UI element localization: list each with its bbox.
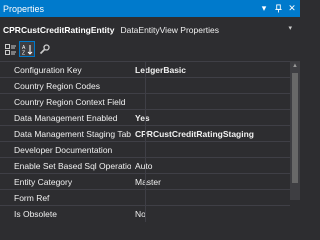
column-divider <box>145 110 146 126</box>
property-name: Entity Category <box>14 177 73 187</box>
properties-title-bar: Properties ▾ ✕ <box>0 0 300 17</box>
window-dropdown-icon[interactable]: ▾ <box>258 0 270 17</box>
property-value[interactable]: Auto <box>131 161 290 171</box>
column-divider <box>145 174 146 190</box>
property-row[interactable]: Country Region Context Field <box>0 94 290 110</box>
svg-text:Z: Z <box>22 50 25 55</box>
property-row[interactable]: Developer Documentation <box>0 142 290 158</box>
property-value[interactable]: CPRCustCreditRatingStaging <box>131 129 290 139</box>
property-name: Enable Set Based Sql Operations <box>14 161 131 171</box>
property-name: Data Management Staging Table <box>14 129 131 139</box>
vertical-scrollbar[interactable]: ▲ <box>290 61 300 200</box>
object-name: CPRCustCreditRatingEntity <box>3 25 115 35</box>
property-row[interactable]: Data Management Staging Table CPRCustCre… <box>0 126 290 142</box>
property-name: Country Region Context Field <box>14 97 126 107</box>
property-row[interactable]: Is Obsolete No <box>0 206 290 222</box>
column-divider <box>145 142 146 158</box>
property-row[interactable]: Country Region Codes <box>0 78 290 94</box>
object-selector[interactable]: CPRCustCreditRatingEntity DataEntityView… <box>0 22 292 38</box>
properties-toolbar: A Z <box>0 40 300 58</box>
property-value[interactable]: LedgerBasic <box>131 65 290 75</box>
object-selector-chevron-down-icon[interactable]: ▾ <box>288 24 292 32</box>
close-icon[interactable]: ✕ <box>286 0 298 17</box>
property-grid: Configuration Key LedgerBasic Country Re… <box>0 61 300 222</box>
property-name: Configuration Key <box>14 65 82 75</box>
property-row[interactable]: Form Ref <box>0 190 290 206</box>
column-divider <box>145 62 146 78</box>
property-row[interactable]: Enable Set Based Sql Operations Auto <box>0 158 290 174</box>
property-value[interactable]: Master <box>131 177 290 187</box>
property-name: Developer Documentation <box>14 145 113 155</box>
property-name: Is Obsolete <box>14 209 57 219</box>
property-value[interactable]: Yes <box>131 113 290 123</box>
column-divider <box>145 78 146 94</box>
object-type: DataEntityView Properties <box>120 25 220 35</box>
property-value[interactable]: No <box>131 209 290 219</box>
categorized-icon[interactable] <box>3 42 17 56</box>
column-divider <box>145 126 146 142</box>
property-name: Form Ref <box>14 193 50 203</box>
column-divider <box>145 158 146 174</box>
column-divider <box>145 94 146 110</box>
pin-icon[interactable] <box>272 0 284 17</box>
scroll-thumb[interactable] <box>292 73 298 183</box>
wrench-icon[interactable] <box>37 42 51 56</box>
window-title: Properties <box>3 3 45 14</box>
column-divider <box>145 190 146 206</box>
property-row[interactable]: Data Management Enabled Yes <box>0 110 290 126</box>
column-divider <box>145 206 146 222</box>
alphabetical-icon[interactable]: A Z <box>19 41 35 57</box>
property-name: Data Management Enabled <box>14 113 118 123</box>
property-name: Country Region Codes <box>14 81 100 91</box>
property-row[interactable]: Entity Category Master <box>0 174 290 190</box>
scroll-up-icon[interactable]: ▲ <box>290 61 300 71</box>
property-row[interactable]: Configuration Key LedgerBasic <box>0 62 290 78</box>
